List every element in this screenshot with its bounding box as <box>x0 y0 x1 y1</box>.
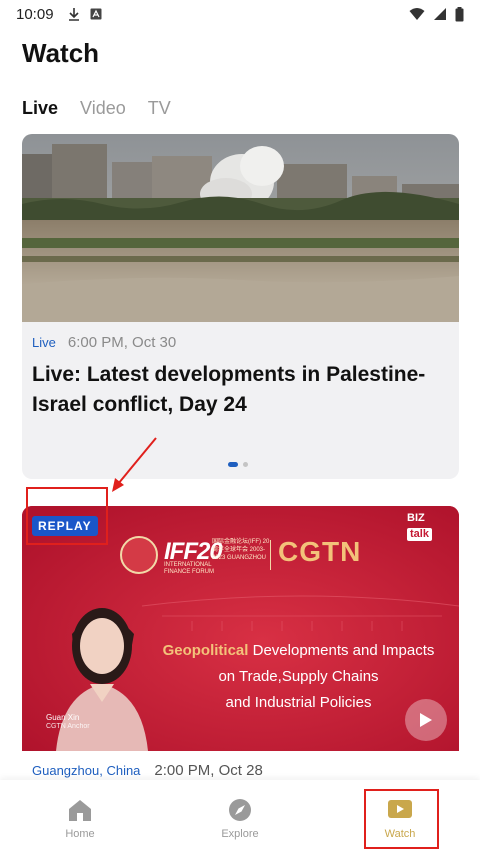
explore-icon <box>229 799 251 821</box>
live-card[interactable]: Live 6:00 PM, Oct 30 Live: Latest develo… <box>22 134 459 479</box>
live-time: 6:00 PM, Oct 30 <box>67 334 177 351</box>
status-time: 10:09 <box>16 5 54 23</box>
battery-icon <box>455 6 464 21</box>
tab-video[interactable]: Video <box>80 98 126 119</box>
replay-headline: Geopolitical Developments and Impacts on… <box>162 642 435 711</box>
live-meta: Live 6:00 PM, Oct 30 <box>32 334 176 351</box>
tab-tv[interactable]: TV <box>148 98 171 119</box>
tab-live[interactable]: Live <box>22 98 58 119</box>
signal-icon <box>434 8 446 20</box>
anchor-name: Guan Xin <box>46 713 80 722</box>
tab-bar: Live Video TV <box>22 98 171 119</box>
anchor-role: CGTN Anchor <box>46 723 90 730</box>
annotation-arrow-icon <box>112 437 157 492</box>
replay-location: Guangzhou, China <box>32 763 141 778</box>
wifi-icon <box>409 8 425 20</box>
carousel-dot-active <box>228 462 238 467</box>
live-title[interactable]: Live: Latest developments in Palestine-I… <box>32 360 442 420</box>
carousel-indicator <box>228 462 248 467</box>
cgtn-logo: CGTN <box>278 536 362 567</box>
iff-seal-icon <box>120 536 158 574</box>
carousel-dot <box>243 462 248 467</box>
iff-anniversary-text: 国际金融论坛(IFF) 20周年全球年会 2003-2023 GUANGZHOU <box>212 539 270 561</box>
replay-meta: Guangzhou, China 2:00 PM, Oct 28 <box>32 762 263 779</box>
logo-divider <box>270 540 271 570</box>
play-button[interactable] <box>405 699 447 741</box>
home-icon <box>69 800 91 821</box>
status-left-icons <box>68 7 102 21</box>
live-thumbnail <box>22 134 459 322</box>
iff-subtitle: INTERNATIONAL FINANCE FORUM <box>164 562 214 575</box>
annotation-box-watch <box>364 789 439 849</box>
nav-home-label: Home <box>65 828 95 840</box>
download-icon <box>68 8 79 21</box>
annotation-box-replay <box>26 487 108 545</box>
status-right-icons <box>409 6 464 22</box>
page-title: Watch <box>22 38 100 68</box>
play-icon <box>420 713 432 727</box>
nav-explore-label: Explore <box>221 828 259 840</box>
replay-time: 2:00 PM, Oct 28 <box>154 762 263 779</box>
app-notification-icon <box>90 8 102 20</box>
status-bar: 10:09 <box>0 0 480 28</box>
nav-home[interactable]: Home <box>0 780 160 853</box>
live-tag: Live <box>32 335 56 350</box>
nav-explore[interactable]: Explore <box>160 780 320 853</box>
biz-talk-logo: BIZ talk <box>407 512 447 546</box>
